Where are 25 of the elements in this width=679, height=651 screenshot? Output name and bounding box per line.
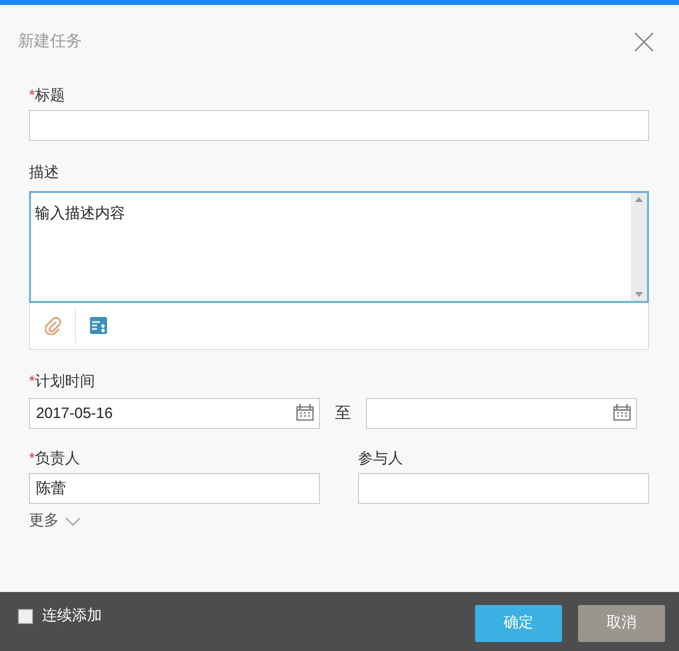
- owner-input[interactable]: 陈蕾: [29, 473, 320, 504]
- field-label: 参与人: [358, 449, 403, 469]
- field-label: 描述: [29, 163, 59, 183]
- calendar-icon: [613, 404, 631, 421]
- start-date-field[interactable]: 2017-05-16: [29, 398, 320, 429]
- checkbox[interactable]: [18, 608, 33, 624]
- field-label: *计划时间: [29, 372, 95, 392]
- scrollbar[interactable]: [631, 193, 647, 301]
- scroll-down-icon: [635, 292, 643, 297]
- range-separator: 至: [334, 404, 352, 424]
- participants-input[interactable]: [358, 473, 649, 504]
- checkbox-label: 连续添加: [42, 606, 102, 626]
- calendar-icon: [296, 404, 314, 421]
- field-label: *负责人: [29, 449, 80, 469]
- title-input[interactable]: [29, 110, 649, 141]
- close-icon: [634, 32, 654, 52]
- more-toggle[interactable]: 更多: [29, 510, 81, 532]
- paperclip-icon: [44, 316, 60, 334]
- form-icon: [90, 317, 106, 334]
- description-input[interactable]: 输入描述内容: [29, 191, 649, 303]
- close-button[interactable]: [633, 31, 655, 53]
- scroll-up-icon: [635, 197, 643, 202]
- field-label: *标题: [29, 86, 65, 106]
- dialog-title: 新建任务: [18, 32, 82, 52]
- end-date-field[interactable]: [366, 398, 637, 429]
